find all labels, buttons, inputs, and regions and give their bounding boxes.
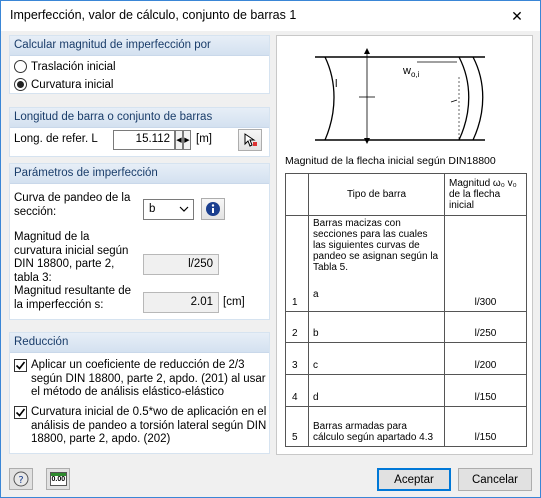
reduction-factor-label[interactable]: Aplicar un coeficiente de reducción de 2…: [31, 359, 267, 400]
diagram-w-subscript: o,i: [410, 70, 420, 80]
accept-button[interactable]: Aceptar: [377, 468, 451, 491]
ref-length-decrement[interactable]: ◀: [175, 130, 183, 150]
table-row: 5 Barras armadas para cálculo según apar…: [285, 405, 527, 448]
table-cell-type: d: [308, 374, 445, 407]
ref-length-increment[interactable]: ▶: [183, 130, 191, 150]
help-button[interactable]: ?: [9, 468, 33, 490]
curvature-magnitude-label: Magnitud de la curvatura inicial según D…: [14, 231, 129, 284]
ref-length-input[interactable]: 15.112: [113, 130, 175, 150]
table-row: 4 d l/150: [285, 374, 527, 407]
reduction-section: Reducción Aplicar un coeficiente de redu…: [9, 332, 270, 454]
dialog-footer: ? 0.00 Aceptar Cancelar: [1, 461, 540, 497]
table-header-type: Tipo de barra: [308, 172, 445, 217]
diagram-w-symbol: w: [403, 65, 411, 77]
table-intro-text: Barras macizas con secciones para las cu…: [313, 218, 439, 274]
close-icon: ✕: [511, 7, 523, 24]
help-icon: ?: [13, 471, 29, 487]
length-section: Longitud de barra o conjunto de barras L…: [9, 107, 270, 157]
pick-member-icon: [244, 133, 257, 147]
calc-section-header: Calcular magnitud de imperfección por: [10, 36, 269, 56]
left-panel: Calcular magnitud de imperfección por Tr…: [9, 35, 270, 455]
table-header-row: Tipo de barra Magnitud ω₀ v₀ de la flech…: [285, 172, 527, 217]
curvature-magnitude-value: l/250: [143, 254, 219, 275]
resulting-imperfection-value: 2.01: [143, 292, 219, 313]
title-bar: Imperfección, valor de cálculo, conjunto…: [1, 1, 540, 31]
table-cell-type-a: a: [313, 289, 319, 301]
table-cell-value: l/250: [444, 310, 527, 344]
cancel-button[interactable]: Cancelar: [458, 468, 532, 491]
deflection-table: Tipo de barra Magnitud ω₀ v₀ de la flech…: [285, 172, 527, 448]
radio-translation[interactable]: Traslación inicial: [14, 60, 116, 73]
units-icon-text: 0.00: [51, 476, 66, 483]
table-cell-type: b: [308, 310, 445, 344]
radio-curvature[interactable]: Curvatura inicial: [14, 78, 113, 91]
ref-length-unit: [m]: [196, 133, 212, 145]
buckling-curve-select[interactable]: b: [143, 199, 194, 220]
radio-translation-indicator[interactable]: [14, 60, 27, 73]
info-panel: l wo,i Magnitud de la flecha inicial seg…: [276, 35, 533, 455]
close-button[interactable]: ✕: [494, 1, 540, 31]
reduction-factor-checkbox[interactable]: [14, 359, 27, 372]
units-button[interactable]: 0.00: [46, 468, 70, 490]
radio-translation-label: Traslación inicial: [31, 60, 116, 73]
buckling-curve-value: b: [149, 203, 156, 215]
resulting-imperfection-label: Magnitud resultante de la imperfección s…: [14, 285, 131, 311]
buckling-curve-label: Curva de pandeo de la sección:: [14, 192, 131, 218]
ref-length-label: Long. de refer. L: [14, 133, 98, 145]
table-caption: Magnitud de la flecha inicial según DIN1…: [285, 155, 496, 167]
table-cell-num: 1: [285, 215, 309, 312]
diagram-w-label: wo,i: [403, 65, 419, 79]
length-section-header: Longitud de barra o conjunto de barras: [10, 108, 269, 128]
table-row: 2 b l/250: [285, 310, 527, 344]
diagram-l-label: l: [335, 78, 338, 90]
imperfection-diagram: [315, 48, 485, 144]
table-cell-value: l/300: [444, 215, 527, 312]
window-title: Imperfección, valor de cálculo, conjunto…: [10, 8, 297, 22]
initial-curvature-label[interactable]: Curvatura inicial de 0.5*wo de aplicació…: [31, 406, 267, 447]
table-cell-num: 2: [285, 310, 309, 344]
checkmark-icon: [15, 408, 26, 417]
reduction-section-header: Reducción: [10, 333, 269, 353]
table-cell-num: 4: [285, 374, 309, 407]
checkmark-icon: [15, 361, 26, 370]
chevron-down-icon: [179, 206, 189, 212]
units-icon: 0.00: [49, 472, 67, 486]
svg-text:?: ?: [18, 475, 23, 486]
table-header-num: [285, 172, 309, 217]
table-cell-type: Barras armadas para cálculo según aparta…: [308, 405, 445, 448]
table-cell-value: l/200: [444, 342, 527, 375]
table-row: 1 Barras macizas con secciones para las …: [285, 215, 527, 312]
table-row: 3 c l/200: [285, 342, 527, 375]
table-cell-type: c: [308, 342, 445, 375]
table-cell-num: 3: [285, 342, 309, 375]
table-cell-num: 5: [285, 405, 309, 448]
table-cell-type: Barras macizas con secciones para las cu…: [308, 215, 445, 312]
table-header-magnitude: Magnitud ω₀ v₀ de la flecha inicial: [444, 172, 527, 217]
initial-curvature-checkbox[interactable]: [14, 406, 27, 419]
calc-section: Calcular magnitud de imperfección por Tr…: [9, 35, 270, 94]
pick-member-button[interactable]: [238, 129, 262, 151]
info-icon: [206, 202, 220, 216]
resulting-imperfection-unit: [cm]: [223, 296, 245, 308]
table-cell-value: l/150: [444, 405, 527, 448]
radio-curvature-indicator[interactable]: [14, 78, 27, 91]
dialog-window: Imperfección, valor de cálculo, conjunto…: [0, 0, 541, 498]
info-button[interactable]: [201, 198, 225, 220]
params-section: Parámetros de imperfección Curva de pand…: [9, 163, 270, 320]
params-section-header: Parámetros de imperfección: [10, 164, 269, 184]
table-cell-value: l/150: [444, 374, 527, 407]
radio-curvature-label: Curvatura inicial: [31, 78, 114, 91]
